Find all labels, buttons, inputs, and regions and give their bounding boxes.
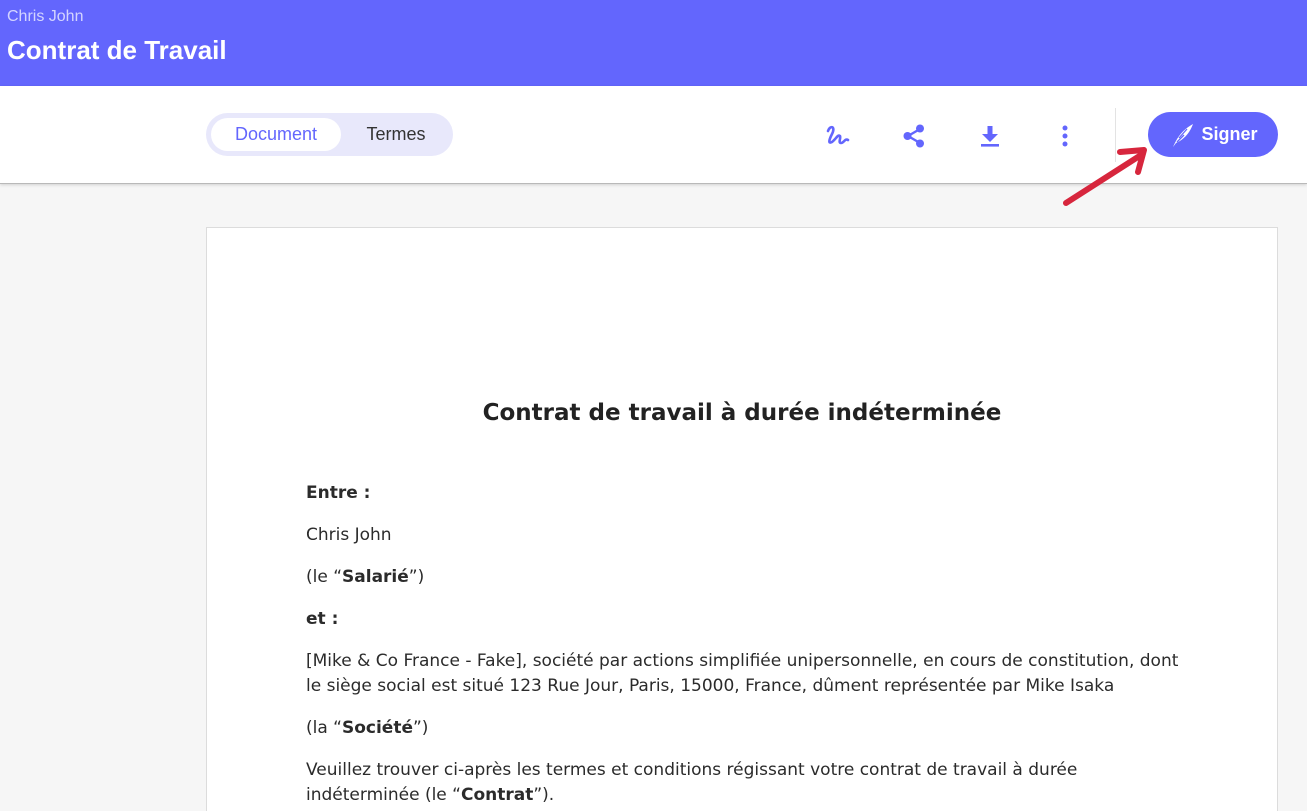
sign-button[interactable]: Signer bbox=[1148, 112, 1278, 157]
sign-button-label: Signer bbox=[1201, 124, 1258, 144]
company-role: (la “Société”) bbox=[306, 718, 429, 738]
contract-intro: Veuillez trouver ci-après les termes et … bbox=[306, 760, 1078, 805]
employee-name: Chris John bbox=[306, 525, 392, 545]
app-header: Chris John Contrat de Travail bbox=[0, 0, 1307, 86]
et-label: et : bbox=[306, 609, 339, 629]
entre-label: Entre : bbox=[306, 483, 371, 503]
signature-icon bbox=[826, 125, 850, 145]
tab-document[interactable]: Document bbox=[211, 118, 341, 151]
download-button[interactable] bbox=[970, 116, 1010, 156]
signature-button[interactable] bbox=[818, 116, 858, 156]
user-name: Chris John bbox=[7, 8, 84, 25]
employee-role: (le “Salarié”) bbox=[306, 567, 425, 587]
page-title: Contrat de Travail bbox=[7, 35, 227, 65]
quill-icon bbox=[1173, 123, 1194, 147]
share-icon bbox=[903, 124, 924, 148]
download-icon bbox=[981, 126, 999, 147]
share-button[interactable] bbox=[894, 116, 934, 156]
company-description: [Mike & Co France - Fake], société par a… bbox=[306, 651, 1179, 696]
document-heading: Contrat de travail à durée indéterminée bbox=[482, 400, 1002, 426]
view-tabs: Document Termes bbox=[206, 113, 453, 156]
document-body: Entre : Chris John (le “Salarié”) et : [… bbox=[306, 481, 1186, 811]
tab-terms[interactable]: Termes bbox=[346, 118, 446, 151]
annotation-arrow bbox=[1063, 147, 1147, 206]
document-page: Contrat de travail à durée indéterminée … bbox=[206, 227, 1278, 811]
